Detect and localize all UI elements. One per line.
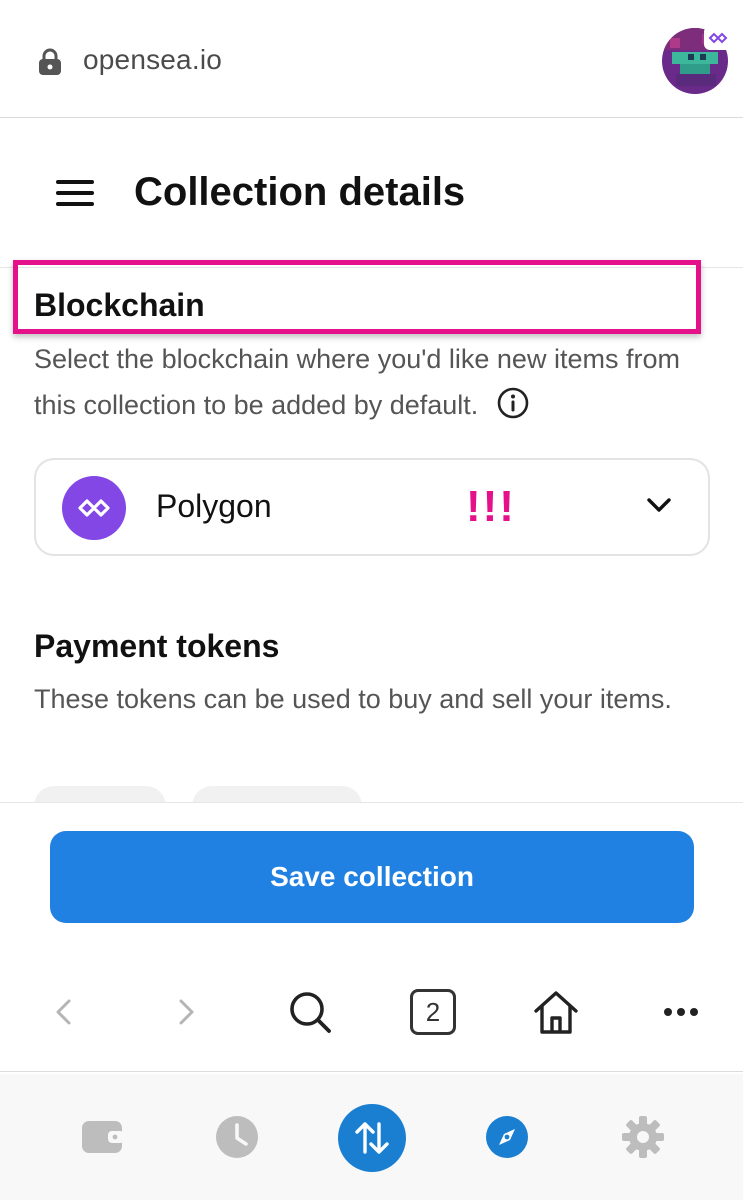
annotation-exclamation-marks: !!! xyxy=(466,482,516,531)
save-collection-button[interactable]: Save collection xyxy=(50,831,694,923)
chevron-down-icon[interactable] xyxy=(646,496,672,514)
blockchain-description-text: Select the blockchain where you'd like n… xyxy=(34,344,680,420)
selected-chain-label: Polygon xyxy=(156,488,272,524)
page-header: Collection details xyxy=(0,120,743,268)
swap-icon[interactable] xyxy=(338,1104,406,1172)
save-bar: Save collection xyxy=(0,802,743,952)
polygon-logo-icon xyxy=(62,476,126,540)
gear-icon[interactable] xyxy=(618,1112,668,1162)
forward-arrow-icon[interactable] xyxy=(156,982,216,1042)
more-dots-icon[interactable] xyxy=(651,982,711,1042)
tabs-button[interactable]: 2 xyxy=(403,982,463,1042)
back-arrow-icon[interactable] xyxy=(34,982,94,1042)
browser-address-bar: opensea.io xyxy=(0,0,743,118)
page-title: Collection details xyxy=(134,170,466,214)
wallet-icon[interactable] xyxy=(78,1112,128,1162)
hamburger-menu-icon[interactable] xyxy=(56,180,94,206)
browser-navigation-bar: 2 xyxy=(0,962,743,1072)
clock-icon[interactable] xyxy=(212,1112,262,1162)
url-text[interactable]: opensea.io xyxy=(83,44,222,76)
blockchain-select[interactable]: Polygon !!! xyxy=(34,458,710,556)
payment-tokens-title: Payment tokens xyxy=(34,628,280,664)
blockchain-section-title: Blockchain xyxy=(34,287,205,323)
payment-tokens-description: These tokens can be used to buy and sell… xyxy=(34,684,672,714)
blockchain-description: Select the blockchain where you'd like n… xyxy=(34,336,724,428)
info-icon[interactable] xyxy=(496,386,530,420)
app-bottom-bar xyxy=(0,1074,743,1200)
polygon-badge-icon xyxy=(704,26,732,50)
lock-icon xyxy=(39,48,61,75)
compass-icon[interactable] xyxy=(482,1112,532,1162)
search-icon[interactable] xyxy=(280,982,340,1042)
tab-count: 2 xyxy=(410,989,456,1035)
home-icon[interactable] xyxy=(526,982,586,1042)
